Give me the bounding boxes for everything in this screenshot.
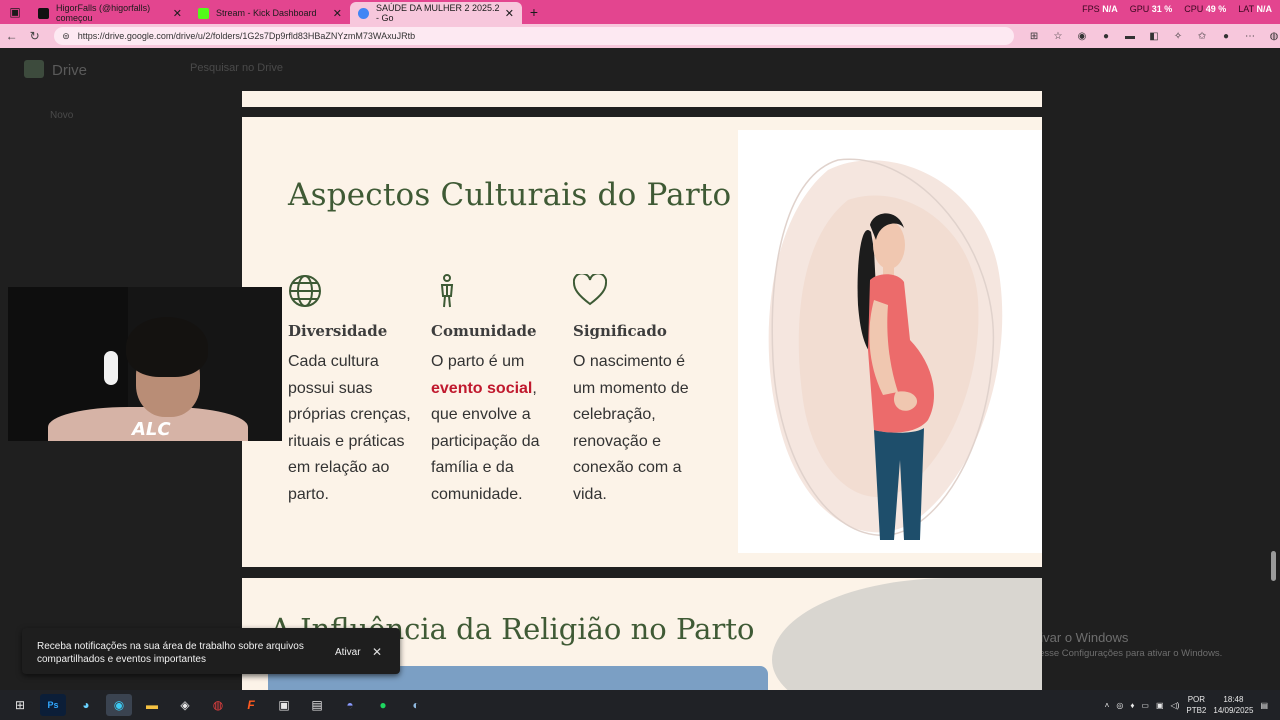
language-indicator[interactable]: POR PTB2 [1186,694,1206,716]
url-field[interactable]: ⊜ https://drive.google.com/drive/u/2/fol… [54,27,1015,45]
notification-toast: Receba notificações na sua área de traba… [22,628,400,674]
reload-icon[interactable]: ↻ [23,29,46,43]
extension-icon[interactable]: ◧ [1148,31,1160,42]
url-text: https://drive.google.com/drive/u/2/folde… [77,31,416,41]
tab-title: SAÚDE DA MULHER 2 2025.2 - Go [376,3,500,23]
address-bar-row: ← ↻ ⊜ https://drive.google.com/drive/u/2… [0,24,1280,48]
favorites-icon[interactable]: ✩ [1196,31,1208,42]
more-icon[interactable]: ⋯ [1244,31,1256,42]
vertical-scrollbar[interactable] [1271,551,1276,581]
previous-slide-edge [242,91,1042,107]
network-icon[interactable]: ▣ [1156,701,1164,710]
close-icon[interactable]: ✕ [372,645,382,659]
copilot-icon[interactable]: ◍ [1268,31,1280,42]
extension-icon[interactable]: ▬ [1124,31,1136,42]
fps-readout: FPS N/A [1082,4,1118,14]
gpu-readout: GPU 31 % [1129,4,1173,14]
browser-tab-bar: ▣ HigorFalls (@higorfalls) começou ✕ Str… [0,0,1280,24]
extensions-toolbar: ⊞ ☆ ◉ ● ▬ ◧ ✧ ✩ ● ⋯ ◍ [1028,31,1280,42]
copilot-icon[interactable]: ◕ [73,694,99,716]
spotify-icon[interactable]: ● [370,694,396,716]
profile-icon[interactable]: ● [1220,31,1232,42]
close-icon[interactable]: ✕ [333,7,342,20]
column-comunidade: Comunidade O parto é um evento social, q… [431,274,561,509]
tab-title: HigorFalls (@higorfalls) começou [56,3,151,23]
toast-message: Receba notificações na sua área de traba… [37,641,304,665]
slide-title: Aspectos Culturais do Parto [288,177,732,213]
column-text: Cada cultura possui suas próprias crença… [288,353,411,503]
tab-title: Stream - Kick Dashboard [216,8,317,18]
discord-icon[interactable]: ◓ [337,694,363,716]
person-icon [431,274,561,308]
streaming-app-icon[interactable]: ▣ [271,694,297,716]
slide-aspectos-culturais: Aspectos Culturais do Parto Diversidade … [242,117,1042,567]
bookmark-star-icon[interactable]: ☆ [1052,31,1064,42]
steam-icon[interactable]: ◐ [403,694,429,716]
new-button[interactable]: Novo [50,110,73,121]
puzzle-icon[interactable]: ✧ [1172,31,1184,42]
back-arrow-icon[interactable]: ← [0,29,23,43]
windows-activation-watermark: Ativar o Windows Acesse Configurações pa… [1028,630,1223,659]
new-tab-button[interactable]: + [522,4,546,20]
column-text: O nascimento é um momento de celebração,… [573,353,689,503]
close-icon[interactable]: ✕ [505,7,514,20]
tiktok-favicon-icon [38,7,49,19]
photoshop-icon[interactable]: Ps [40,694,66,716]
heart-icon [572,272,703,308]
performance-overlay: FPS N/A GPU 31 % CPU 49 % LAT N/A [1082,4,1272,14]
drive-search-input[interactable]: Pesquisar no Drive [190,62,283,74]
column-text: O parto é um evento social, que envolve … [431,353,540,503]
tab-actions-icon[interactable]: ▣ [0,0,30,24]
recording-icon[interactable]: ◍ [205,694,231,716]
volume-icon[interactable]: ◁) [1171,701,1180,710]
column-heading: Significado [573,322,667,340]
tab-kick-dashboard[interactable]: Stream - Kick Dashboard ✕ [190,2,350,24]
pregnant-woman-illustration [738,130,1042,553]
lat-readout: LAT N/A [1238,4,1272,14]
windows-taskbar: ⊞ Ps ◕ ◉ ▬ ◈ ◍ F ▣ ▤ ◓ ● ◐ ˄ ◎ ♦ ▭ ▣ ◁) … [0,690,1280,720]
drive-app-name: Drive [52,62,88,79]
activate-button[interactable]: Ativar [335,647,361,658]
globe-icon [288,274,418,308]
column-heading: Comunidade [431,322,537,340]
edge-icon[interactable]: ◉ [106,694,132,716]
headset-icon [104,351,118,385]
highlight-evento-social: evento social [431,379,533,397]
extension-icon[interactable]: ◉ [1076,31,1088,42]
webcam-overlay: ALC [8,287,282,441]
decorative-blob [772,578,1042,690]
close-icon[interactable]: ✕ [173,7,182,20]
cpu-readout: CPU 49 % [1184,4,1227,14]
start-icon[interactable]: ⊞ [7,694,33,716]
overlay-logo: ALC [132,419,171,440]
notifications-icon[interactable]: ▤ [1260,701,1268,710]
tab-saude-da-mulher[interactable]: SAÚDE DA MULHER 2 2025.2 - Go ✕ [350,2,522,24]
file-explorer-icon[interactable]: ▬ [139,694,165,716]
screen-icon[interactable]: ▭ [1141,701,1149,710]
shield-icon[interactable]: ◈ [172,694,198,716]
drive-logo-icon [24,60,44,78]
system-tray: ˄ ◎ ♦ ▭ ▣ ◁) POR PTB2 18:48 14/09/2025 ▤ [1105,690,1268,720]
tab-higorfalls[interactable]: HigorFalls (@higorfalls) começou ✕ [30,2,190,24]
column-significado: Significado O nascimento é um momento de… [572,272,703,509]
extension-icon[interactable]: ● [1100,31,1112,42]
cast-icon[interactable]: ⊞ [1028,31,1040,42]
vm-icon[interactable]: ▤ [304,694,330,716]
f-app-icon[interactable]: F [238,694,264,716]
site-info-icon[interactable]: ⊜ [62,31,70,42]
column-diversidade: Diversidade Cada cultura possui suas pró… [288,274,418,509]
kick-favicon-icon [198,7,209,19]
chevron-up-icon[interactable]: ˄ [1105,701,1110,710]
microphone-icon[interactable]: ♦ [1130,701,1134,710]
column-heading: Diversidade [288,322,388,340]
tray-app-icon[interactable]: ◎ [1116,701,1123,710]
drive-favicon-icon [358,7,369,19]
clock[interactable]: 18:48 14/09/2025 [1213,694,1253,716]
